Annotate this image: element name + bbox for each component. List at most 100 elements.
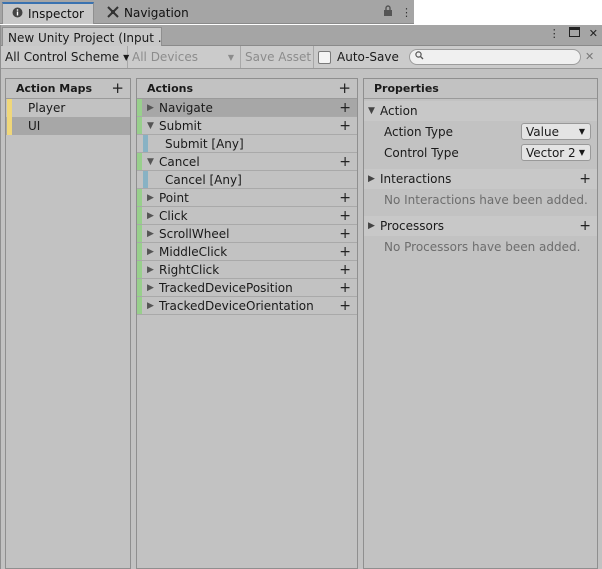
binding-row-cancel-any[interactable]: Cancel [Any] [137, 171, 357, 189]
control-type-dropdown[interactable]: Vector 2 ▼ [521, 144, 591, 161]
add-binding-icon[interactable]: + [339, 226, 351, 242]
action-row-cancel[interactable]: ▼ Cancel + [137, 153, 357, 171]
search-icon [415, 51, 424, 63]
add-action-icon[interactable]: + [338, 79, 351, 97]
add-binding-icon[interactable]: + [339, 244, 351, 260]
actions-title: Actions [147, 82, 193, 95]
action-section-header[interactable]: ▼ Action [364, 101, 597, 121]
maximize-icon[interactable] [568, 27, 580, 40]
tab-navigation-label: Navigation [124, 6, 189, 20]
action-maps-panel: Action Maps + Player UI [5, 78, 131, 569]
action-label: Click [159, 208, 188, 223]
add-binding-icon[interactable]: + [339, 208, 351, 224]
window-title: New Unity Project (Input ... [8, 30, 162, 45]
expand-arrow-icon[interactable]: ▶ [147, 193, 154, 203]
expand-arrow-icon[interactable]: ▶ [147, 247, 154, 257]
action-color-bar [137, 261, 142, 278]
tab-inspector[interactable]: Inspector [2, 2, 94, 24]
processors-empty-message: No Processors have been added. [384, 240, 581, 254]
collapse-arrow-icon[interactable]: ▼ [147, 121, 154, 131]
navigation-icon [106, 5, 120, 21]
binding-row-submit-any[interactable]: Submit [Any] [137, 135, 357, 153]
binding-label: Submit [Any] [165, 136, 244, 151]
control-type-label: Control Type [384, 145, 459, 160]
action-color-bar [137, 207, 142, 224]
window-controls: ⋮ ✕ [549, 27, 598, 40]
add-interaction-icon[interactable]: + [579, 171, 591, 187]
search-field[interactable] [409, 49, 581, 65]
action-row-click[interactable]: ▶ Click + [137, 207, 357, 225]
action-maps-title: Action Maps [16, 82, 93, 95]
save-asset-label: Save Asset [245, 50, 312, 64]
outer-tab-controls: ⋮ [383, 2, 414, 22]
action-row-trackeddeviceorientation[interactable]: ▶ TrackedDeviceOrientation + [137, 297, 357, 315]
action-map-item-player[interactable]: Player [6, 99, 130, 117]
properties-title: Properties [374, 82, 439, 95]
action-type-dropdown[interactable]: Value ▼ [521, 123, 591, 140]
action-label: TrackedDeviceOrientation [159, 298, 314, 313]
action-color-bar [137, 225, 142, 242]
action-label: ScrollWheel [159, 226, 230, 241]
auto-save-checkbox[interactable] [318, 50, 331, 64]
expand-arrow-icon[interactable]: ▶ [147, 211, 154, 221]
tab-navigation[interactable]: Navigation [100, 2, 210, 24]
expand-arrow-icon[interactable]: ▶ [147, 301, 154, 311]
action-map-label: Player [28, 101, 66, 115]
collapse-arrow-icon[interactable]: ▼ [147, 157, 154, 167]
tab-inspector-label: Inspector [28, 7, 84, 21]
processors-section-header[interactable]: ▶ Processors + [364, 216, 597, 236]
add-binding-icon[interactable]: + [339, 298, 351, 314]
action-section-title: Action [380, 104, 418, 118]
collapse-arrow-icon[interactable]: ▼ [368, 106, 375, 116]
action-map-color-bar [7, 117, 12, 135]
search-clear-icon[interactable]: ✕ [585, 50, 594, 63]
window-tab[interactable]: New Unity Project (Input ... [2, 27, 162, 47]
auto-save-toggle[interactable]: Auto-Save [314, 46, 403, 68]
close-icon[interactable]: ✕ [589, 27, 598, 40]
search-input[interactable] [428, 51, 580, 63]
action-label: Point [159, 190, 189, 205]
action-type-row: Action Type Value ▼ [364, 121, 597, 142]
action-row-submit[interactable]: ▼ Submit + [137, 117, 357, 135]
binding-color-bar [143, 171, 148, 188]
expand-arrow-icon[interactable]: ▶ [368, 174, 375, 184]
action-label: RightClick [159, 262, 220, 277]
interactions-empty-message: No Interactions have been added. [384, 193, 588, 207]
action-row-scrollwheel[interactable]: ▶ ScrollWheel + [137, 225, 357, 243]
action-row-middleclick[interactable]: ▶ MiddleClick + [137, 243, 357, 261]
add-action-map-icon[interactable]: + [111, 79, 124, 97]
expand-arrow-icon[interactable]: ▶ [147, 265, 154, 275]
action-row-point[interactable]: ▶ Point + [137, 189, 357, 207]
action-map-item-ui[interactable]: UI [6, 117, 130, 135]
devices-label: All Devices [132, 50, 198, 64]
add-processor-icon[interactable]: + [579, 218, 591, 234]
action-row-rightclick[interactable]: ▶ RightClick + [137, 261, 357, 279]
lock-icon[interactable] [383, 5, 393, 19]
expand-arrow-icon[interactable]: ▶ [147, 283, 154, 293]
binding-label: Cancel [Any] [165, 172, 242, 187]
action-row-trackeddeviceposition[interactable]: ▶ TrackedDevicePosition + [137, 279, 357, 297]
add-binding-icon[interactable]: + [339, 100, 351, 116]
kebab-menu-icon[interactable]: ⋮ [401, 6, 412, 19]
expand-arrow-icon[interactable]: ▶ [147, 229, 154, 239]
interactions-section-header[interactable]: ▶ Interactions + [364, 169, 597, 189]
properties-panel: Properties ▼ Action Action Type Value ▼ … [363, 78, 598, 569]
action-row-navigate[interactable]: ▶ Navigate + [137, 99, 357, 117]
add-binding-icon[interactable]: + [339, 262, 351, 278]
save-asset-button[interactable]: Save Asset [241, 46, 314, 68]
devices-dropdown[interactable]: All Devices ▼ [128, 46, 241, 68]
control-scheme-dropdown[interactable]: All Control Scheme ▼ [1, 46, 129, 68]
expand-arrow-icon[interactable]: ▶ [147, 103, 154, 113]
action-color-bar [137, 279, 142, 296]
action-color-bar [137, 99, 142, 116]
add-binding-icon[interactable]: + [339, 190, 351, 206]
action-type-value: Value [526, 124, 559, 139]
processors-section-title: Processors [380, 219, 445, 233]
expand-arrow-icon[interactable]: ▶ [368, 221, 375, 231]
add-binding-icon[interactable]: + [339, 154, 351, 170]
action-label: Navigate [159, 100, 213, 115]
window-menu-icon[interactable]: ⋮ [549, 27, 560, 40]
add-binding-icon[interactable]: + [339, 280, 351, 296]
actions-header: Actions + [137, 79, 357, 99]
add-binding-icon[interactable]: + [339, 118, 351, 134]
